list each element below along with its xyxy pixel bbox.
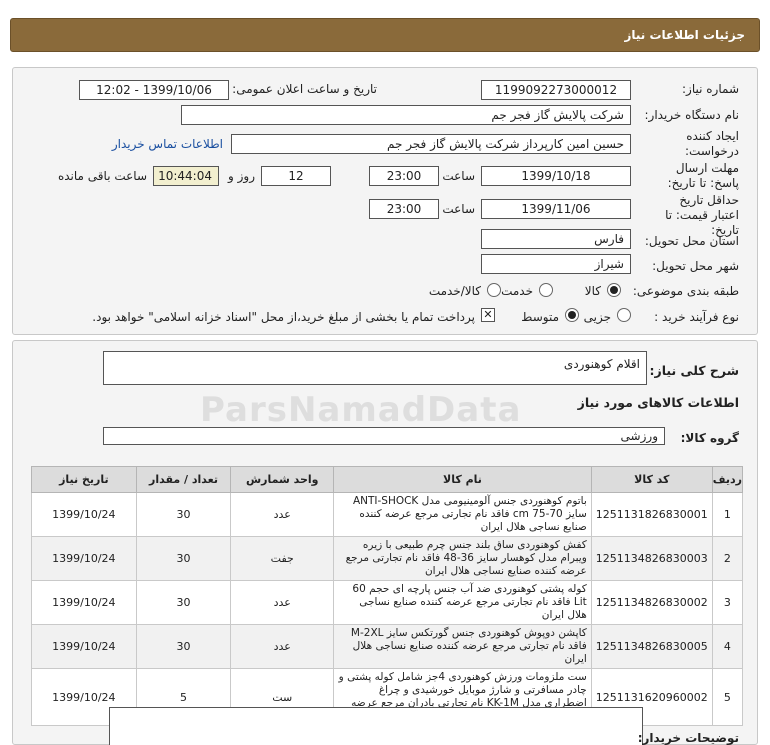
validity-date-field: 1399/11/06 xyxy=(481,199,631,219)
buyer-org-label: نام دستگاه خریدار: xyxy=(644,108,740,122)
creator-field: حسین امین کارپرداز شرکت پالایش گاز فجر ج… xyxy=(231,134,631,154)
remaining-time-field: 10:44:04 xyxy=(153,166,219,186)
item-date: 1399/10/24 xyxy=(31,492,137,537)
description-label: توضیحات خریدار: xyxy=(637,731,739,745)
row-index: 5 xyxy=(711,668,744,726)
table-header-row: ردیف کد کالا نام کالا واحد شمارش تعداد /… xyxy=(31,466,744,493)
send-date-field: 1399/10/18 xyxy=(481,166,631,186)
category-label: طبقه بندی موضوعی: xyxy=(632,284,739,298)
item-unit: عدد xyxy=(230,624,335,669)
process-minor-label: جزیی xyxy=(583,310,611,324)
category-service-label: خدمت xyxy=(501,284,533,298)
item-unit: عدد xyxy=(230,580,335,625)
creator-label: ایجاد کننده درخواست: xyxy=(685,129,739,158)
need-number-field: 1199092273000012 xyxy=(481,80,631,100)
treasury-payment-checkbox[interactable]: ✕ xyxy=(481,308,495,322)
send-time-label: ساعت xyxy=(442,169,475,183)
need-number-label: شماره نیاز: xyxy=(682,82,739,96)
process-label: نوع فرآیند خرید : xyxy=(654,310,739,324)
send-time-field: 23:00 xyxy=(369,166,439,186)
send-deadline-label: مهلت ارسال پاسخ: تا تاریخ: xyxy=(667,161,739,190)
item-unit: عدد xyxy=(230,492,335,537)
item-date: 1399/10/24 xyxy=(31,624,137,669)
remaining-label: ساعت باقی مانده xyxy=(57,169,147,183)
province-label: استان محل تحویل: xyxy=(644,234,739,248)
category-goods-label: کالا xyxy=(584,284,601,298)
row-index: 2 xyxy=(711,536,744,581)
item-code: 1251134826830002 xyxy=(590,580,713,625)
item-code: 1251134826830003 xyxy=(590,536,713,581)
item-unit: جفت xyxy=(230,536,335,581)
goods-group-label: گروه کالا: xyxy=(680,431,739,445)
summary-field: اقلام کوهنوردی xyxy=(103,351,647,385)
category-goods-service-radio[interactable] xyxy=(487,283,501,297)
table-row[interactable]: 4 1251134826830005 کاپشن دوپوش کوهنوردی … xyxy=(31,624,744,669)
category-goods-radio[interactable] xyxy=(607,283,621,297)
item-name: کوله پشتی کوهنوردی ضد آب جنس پارچه ای حج… xyxy=(333,580,592,625)
row-index: 1 xyxy=(711,492,744,537)
item-code: 1251131826830001 xyxy=(590,492,713,537)
need-info-panel: شماره نیاز: 1199092273000012 تاریخ و ساع… xyxy=(12,67,758,335)
validity-time-field: 23:00 xyxy=(369,199,439,219)
city-field: شیراز xyxy=(481,254,631,274)
validity-label: حداقل تاریخ اعتبار قیمت: تا تاریخ: xyxy=(665,193,739,237)
page-title: جزئیات اطلاعات نیاز xyxy=(624,28,745,42)
item-date: 1399/10/24 xyxy=(31,580,137,625)
goods-table: ردیف کد کالا نام کالا واحد شمارش تعداد /… xyxy=(31,466,744,726)
buyer-org-field: شرکت پالایش گاز فجر جم xyxy=(181,105,631,125)
item-qty: 30 xyxy=(135,624,232,669)
col-row-header: ردیف xyxy=(711,466,744,493)
item-name: کفش کوهنوردی ساق بلند جنس چرم طبیعی با ز… xyxy=(333,536,592,581)
days-label: روز و xyxy=(228,169,255,183)
summary-label: شرح کلی نیاز: xyxy=(649,363,739,378)
category-service-radio[interactable] xyxy=(539,283,553,297)
description-field xyxy=(109,707,643,745)
process-medium-label: متوسط xyxy=(521,310,559,324)
item-qty: 30 xyxy=(135,536,232,581)
row-index: 3 xyxy=(711,580,744,625)
announce-label: تاریخ و ساعت اعلان عمومی: xyxy=(232,82,377,96)
city-label: شهر محل تحویل: xyxy=(652,259,739,273)
col-unit-header: واحد شمارش xyxy=(230,466,335,493)
payment-note: پرداخت تمام یا بخشی از مبلغ خرید،از محل … xyxy=(92,310,475,324)
province-field: فارس xyxy=(481,229,631,249)
item-name: کاپشن دوپوش کوهنوردی جنس گورتکس سایز M-2… xyxy=(333,624,592,669)
item-date: 1399/10/24 xyxy=(31,536,137,581)
goods-section-title: اطلاعات کالاهای مورد نیاز xyxy=(577,395,739,410)
col-name-header: نام کالا xyxy=(333,466,592,493)
col-code-header: کد کالا xyxy=(590,466,713,493)
validity-time-label: ساعت xyxy=(442,202,475,216)
table-row[interactable]: 2 1251134826830003 کفش کوهنوردی ساق بلند… xyxy=(31,536,744,581)
table-row[interactable]: 1 1251131826830001 باتوم کوهنوردی جنس آل… xyxy=(31,492,744,537)
watermark-logo: ParsNamadData xyxy=(200,390,522,430)
category-goods-service-label: کالا/خدمت xyxy=(428,284,481,298)
col-qty-header: تعداد / مقدار xyxy=(135,466,232,493)
contact-info-link[interactable]: اطلاعات تماس خریدار xyxy=(112,137,223,151)
announce-field: 1399/10/06 - 12:02 xyxy=(79,80,229,100)
process-minor-radio[interactable] xyxy=(617,308,631,322)
item-code: 1251134826830005 xyxy=(590,624,713,669)
item-qty: 30 xyxy=(135,492,232,537)
process-medium-radio[interactable] xyxy=(565,308,579,322)
page-header: جزئیات اطلاعات نیاز xyxy=(10,18,760,52)
item-qty: 30 xyxy=(135,580,232,625)
row-index: 4 xyxy=(711,624,744,669)
table-row[interactable]: 3 1251134826830002 کوله پشتی کوهنوردی ضد… xyxy=(31,580,744,625)
col-date-header: تاریخ نیاز xyxy=(31,466,137,493)
days-field: 12 xyxy=(261,166,331,186)
item-name: باتوم کوهنوردی جنس آلومینیومی مدل ANTI-S… xyxy=(333,492,592,537)
